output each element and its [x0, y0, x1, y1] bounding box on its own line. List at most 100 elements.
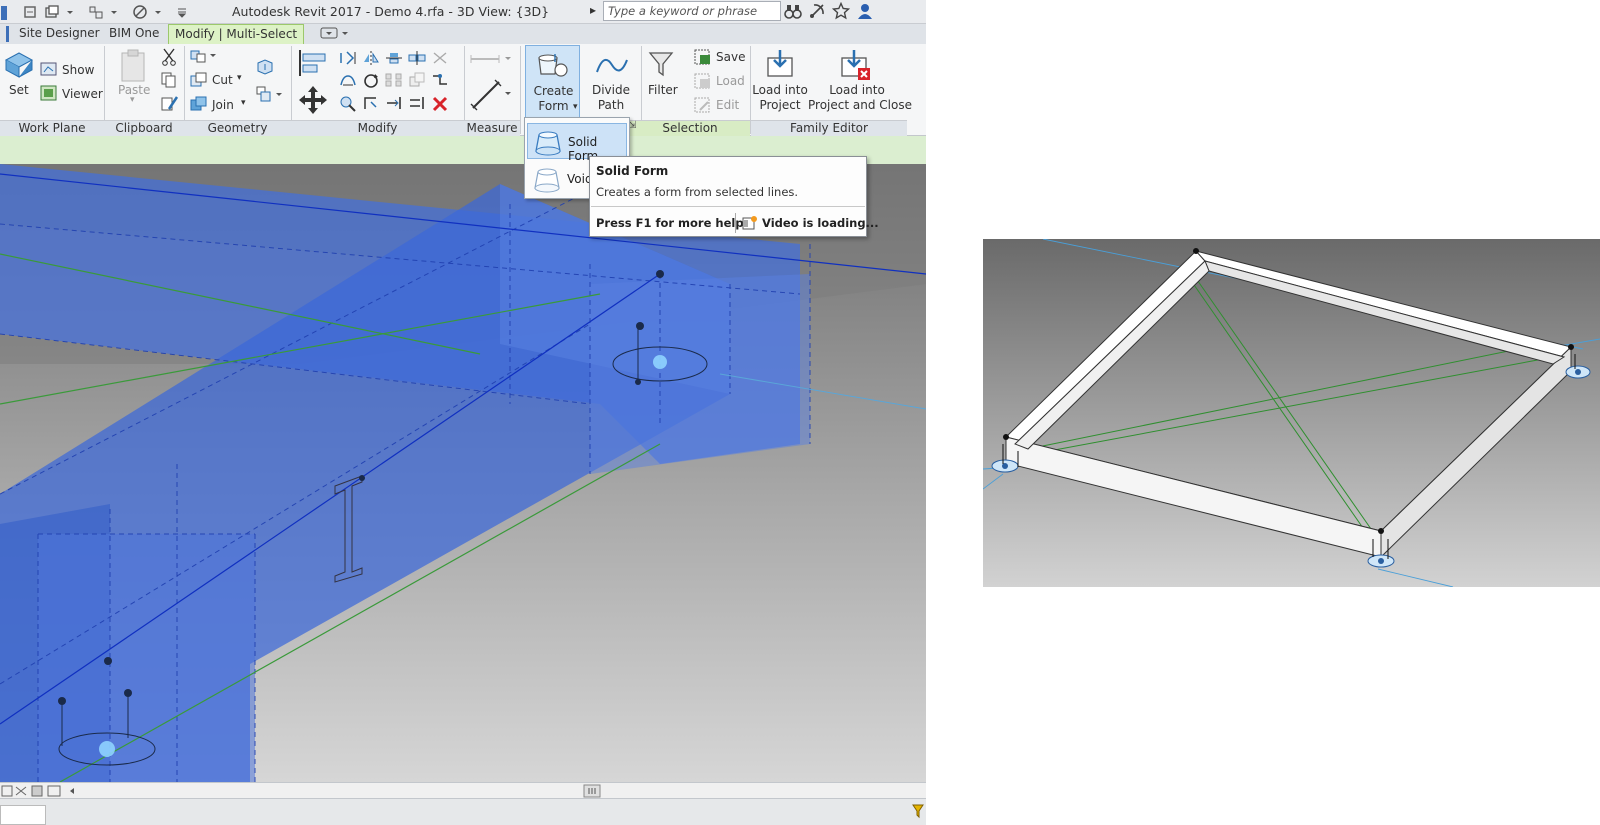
match-properties-icon[interactable]: [161, 95, 179, 117]
application-menu-icon[interactable]: [0, 4, 16, 20]
panel-work-plane: Work Plane: [0, 120, 104, 136]
set-label[interactable]: Set: [9, 83, 29, 97]
load-and-close-label[interactable]: Load into Project and Close: [808, 83, 912, 113]
trim-extend-single-icon[interactable]: [385, 95, 403, 115]
trim-extend-icon[interactable]: [431, 72, 449, 92]
aligned-dimension-icon[interactable]: [469, 78, 515, 116]
tooltip-title: Solid Form: [596, 164, 669, 178]
trim-corner-icon[interactable]: [362, 95, 380, 115]
divide-path-label-line1: Divide: [591, 83, 630, 97]
subscription-center-icon[interactable]: [808, 2, 826, 20]
ribbon: Set Show Viewer Work Plane Paste ▾ Clipb…: [0, 44, 926, 136]
edit-label: Edit: [716, 98, 740, 112]
selection-filter-icon[interactable]: [912, 803, 924, 819]
measure-between-references-icon[interactable]: [469, 51, 515, 70]
customize-toolbar-icon[interactable]: [176, 4, 192, 20]
show-work-plane-icon[interactable]: [40, 61, 58, 81]
cut-scissors-icon[interactable]: [161, 48, 177, 70]
mirror-draw-axis-icon[interactable]: [385, 50, 403, 70]
sync-icon[interactable]: [22, 4, 38, 20]
load-and-close-line2: Project and Close: [808, 98, 912, 112]
divide-path-label-line2: Path: [597, 98, 625, 112]
join-label[interactable]: Join: [212, 98, 234, 112]
tag-icon[interactable]: [88, 4, 104, 20]
delete-icon[interactable]: [431, 95, 449, 117]
ribbon-display-toggle[interactable]: [314, 24, 356, 44]
save-selection-icon[interactable]: [694, 49, 712, 69]
create-form-label-line1: Create: [533, 84, 574, 98]
default-3d-view-icon[interactable]: [132, 4, 148, 20]
set-work-plane-icon[interactable]: [4, 50, 34, 84]
divide-path-icon[interactable]: [595, 52, 629, 82]
panel-separator: [520, 46, 521, 134]
join-dropdown-icon[interactable]: ▾: [241, 98, 246, 108]
split-with-gap-icon[interactable]: [431, 50, 449, 70]
panel-geometry: Geometry: [184, 120, 291, 136]
viewer-icon[interactable]: [40, 85, 58, 105]
load-into-project-icon[interactable]: [765, 48, 795, 82]
divide-path-label[interactable]: Divide Path: [586, 83, 636, 113]
viewer-label[interactable]: Viewer: [62, 87, 103, 101]
view-control-bar: [0, 782, 926, 798]
cut-dropdown-icon[interactable]: ▾: [237, 73, 242, 83]
cut-label[interactable]: Cut: [212, 73, 233, 87]
align-icon[interactable]: [297, 48, 329, 82]
scale-icon[interactable]: [408, 72, 426, 92]
cope-icon[interactable]: [190, 48, 220, 68]
paste-dropdown-icon: ▾: [130, 95, 135, 105]
tooltip: Solid Form Creates a form from selected …: [589, 156, 879, 237]
menu-item-solid-form[interactable]: Solid Form: [527, 123, 627, 163]
load-and-close-line1: Load into: [829, 83, 885, 97]
quick-access-toolbar: [0, 2, 192, 22]
offset-icon[interactable]: [339, 50, 357, 70]
load-selection-icon: [694, 73, 712, 93]
expand-arrow-icon[interactable]: ▸: [590, 3, 596, 17]
window-switch-icon[interactable]: [44, 4, 60, 20]
move-icon[interactable]: [297, 84, 329, 120]
save-label[interactable]: Save: [716, 50, 745, 64]
load-into-project-line2: Project: [759, 98, 801, 112]
dropdown-arrow-icon[interactable]: [154, 4, 170, 20]
dropdown-arrow-icon[interactable]: [110, 4, 126, 20]
create-form-button[interactable]: Create Form ▾: [525, 45, 580, 119]
preview-canvas: [983, 239, 1600, 587]
user-account-icon[interactable]: [856, 2, 874, 20]
tab-site-designer[interactable]: Site Designer: [13, 24, 106, 44]
split-element-icon[interactable]: [408, 50, 426, 70]
view-control-icons[interactable]: [1, 785, 74, 797]
load-and-close-icon[interactable]: [840, 48, 872, 86]
load-label: Load: [716, 74, 745, 88]
pin-icon[interactable]: [339, 95, 357, 117]
wall-joins-icon[interactable]: [256, 58, 274, 80]
split-face-icon[interactable]: [256, 85, 286, 107]
copy-icon[interactable]: [161, 72, 177, 92]
panel-measure: Measure: [464, 120, 520, 136]
load-into-project-label[interactable]: Load into Project: [748, 83, 812, 113]
void-form-icon: [532, 164, 562, 197]
cut-geometry-icon[interactable]: [190, 72, 208, 92]
create-form-icon: [535, 48, 571, 82]
create-form-dropdown-icon: ▾: [573, 102, 578, 112]
binoculars-icon[interactable]: [784, 2, 802, 20]
panel-clipboard: Clipboard: [104, 120, 184, 136]
trim-extend-multiple-icon[interactable]: [408, 95, 426, 115]
show-label[interactable]: Show: [62, 63, 94, 77]
favorites-star-icon[interactable]: [831, 1, 851, 20]
3d-viewport[interactable]: [0, 164, 926, 782]
tooltip-description: Creates a form from selected lines.: [596, 185, 799, 199]
join-geometry-icon[interactable]: [190, 96, 208, 116]
frame-3d-preview: [983, 239, 1600, 587]
array-icon[interactable]: [385, 72, 403, 92]
create-form-label: Create Form ▾: [526, 84, 581, 114]
search-input[interactable]: Type a keyword or phrase: [603, 1, 781, 21]
copy-element-icon[interactable]: [339, 72, 357, 92]
status-field: [0, 805, 46, 825]
filter-label[interactable]: Filter: [648, 83, 678, 97]
video-icon: [742, 215, 758, 234]
tab-modify-multi-select[interactable]: Modify | Multi-Select: [168, 24, 305, 44]
rotate-icon[interactable]: [362, 72, 380, 94]
filter-funnel-icon[interactable]: [648, 50, 674, 82]
mirror-pick-axis-icon[interactable]: [362, 50, 380, 70]
tab-bim-one[interactable]: BIM One: [103, 24, 165, 44]
dropdown-arrow-icon[interactable]: [66, 4, 82, 20]
